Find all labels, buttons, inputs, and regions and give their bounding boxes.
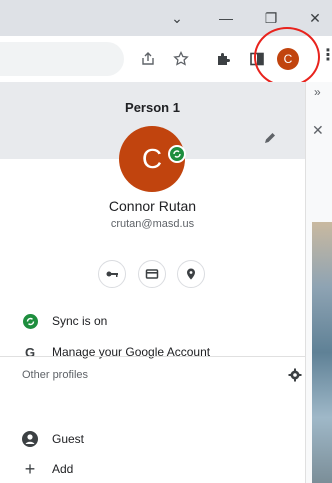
divider [0,356,305,357]
passwords-button[interactable] [98,260,126,288]
close-window-button[interactable]: ✕ [300,6,330,30]
address-bar[interactable] [0,42,124,76]
guest-label: Guest [52,432,85,446]
other-profiles-label: Other profiles [22,369,89,381]
side-panel-strip: » ✕ [305,82,332,483]
minimize-button[interactable]: — [211,6,241,30]
payment-methods-button[interactable] [138,260,166,288]
sync-label: Sync is on [52,314,108,328]
credit-card-icon [145,269,159,279]
sync-icon [22,313,38,329]
profile-full-name: Connor Rutan [108,198,197,214]
profile-menu: Person 1 C Connor Rutan crutan@masd.us S… [0,82,305,483]
addresses-button[interactable] [177,260,205,288]
highlight-circle-annotation [254,27,320,87]
bookmark-star-icon[interactable] [170,48,192,70]
profile-header-name: Person 1 [125,100,180,115]
add-label: Add [52,462,74,476]
more-vert-icon[interactable]: ⋮ [320,45,332,67]
tab-search-button[interactable]: ⌄ [162,6,192,30]
restore-icon: ❐ [264,9,278,26]
manage-account-row[interactable]: G Manage your Google Account [0,338,305,366]
gear-icon[interactable] [288,368,302,382]
plus-icon: + [24,458,36,479]
sync-badge-icon [168,145,186,163]
close-icon: ✕ [309,9,321,26]
key-icon [106,271,118,277]
minimize-icon: — [219,10,233,26]
sync-row[interactable]: Sync is on [0,307,305,335]
background-page-image [312,222,332,483]
guest-profile-row[interactable]: Guest [0,425,305,453]
google-g-icon: G [24,344,36,360]
person-icon [22,431,38,447]
expand-chevron-icon[interactable]: » [314,85,321,99]
profile-email: crutan@masd.us [110,218,195,230]
share-icon[interactable] [137,48,159,70]
close-icon[interactable]: ✕ [312,122,324,139]
chevron-down-icon: ⌄ [171,9,183,26]
edit-pencil-icon[interactable] [262,130,278,146]
location-pin-icon [187,268,195,280]
avatar-initial: C [141,143,163,174]
add-profile-row[interactable]: + Add [0,455,305,483]
extensions-puzzle-icon[interactable] [213,48,235,70]
